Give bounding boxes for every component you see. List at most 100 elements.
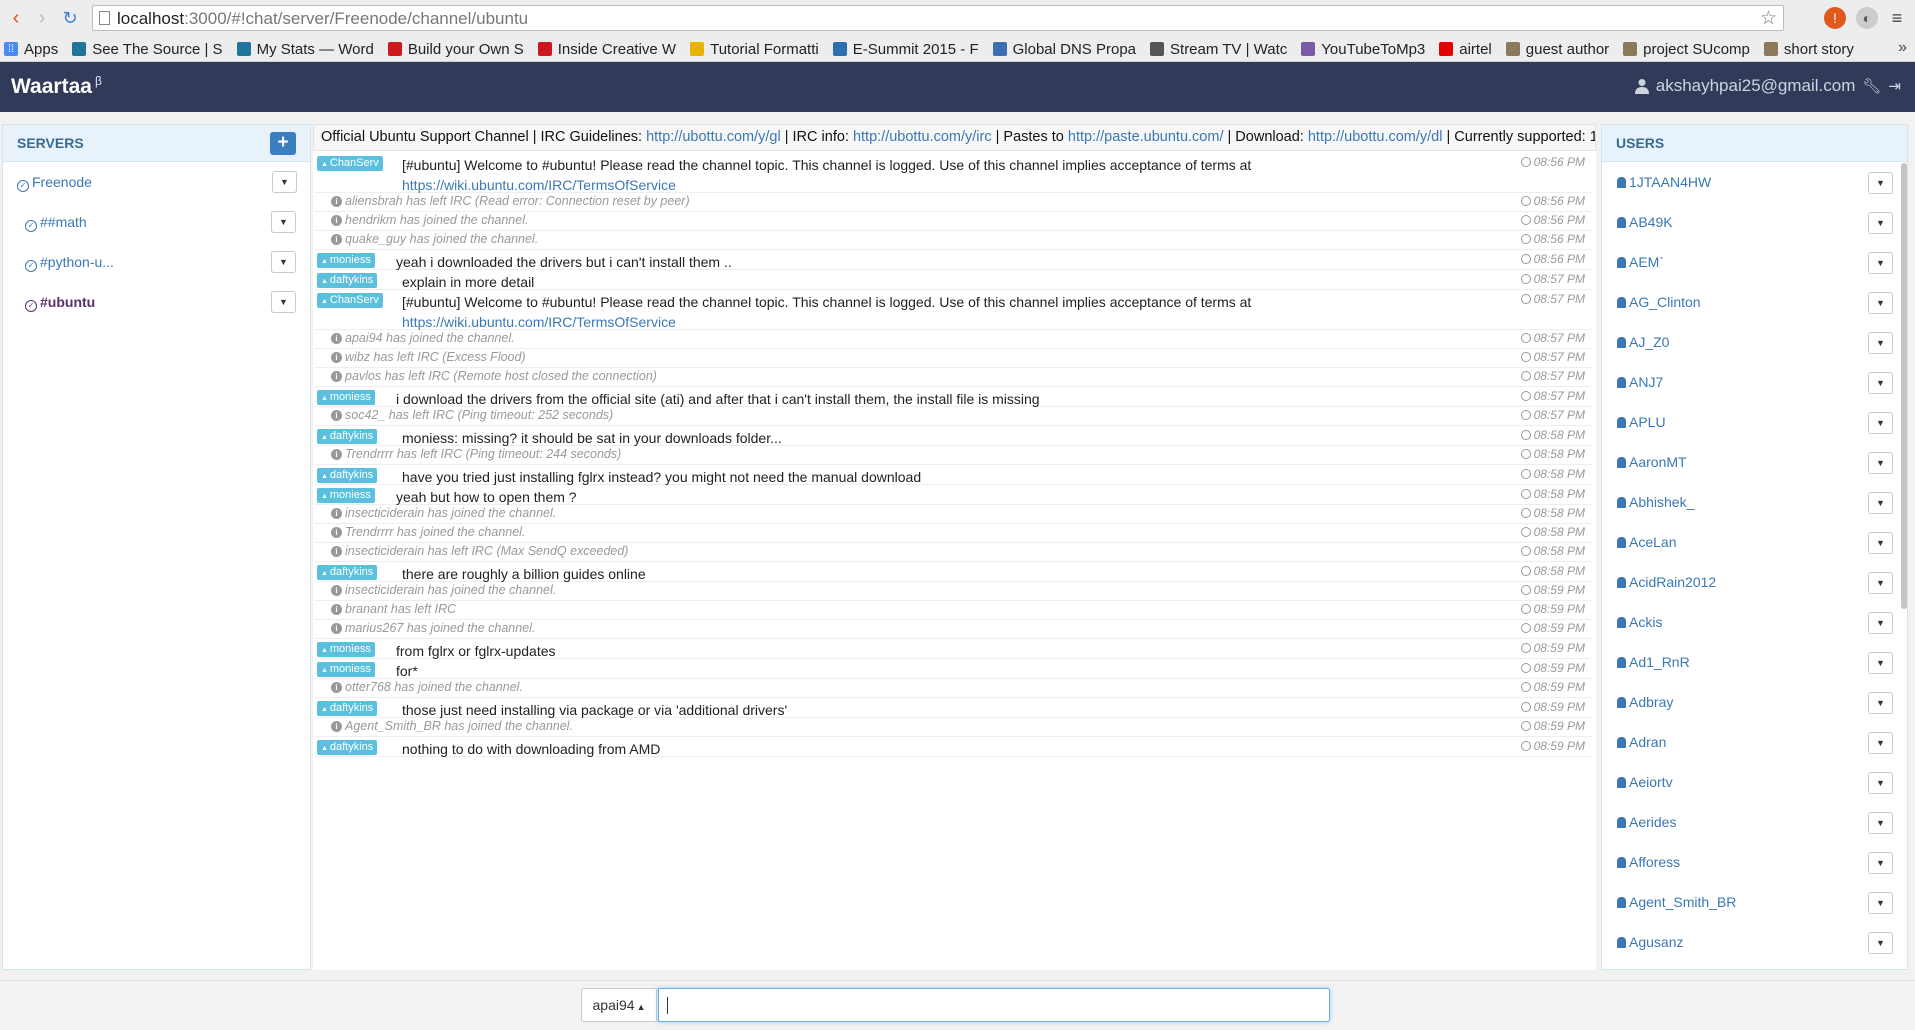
nick-badge[interactable]: ▲ daftykins [317, 468, 378, 483]
bookmark-label[interactable]: Stream TV | Watc [1170, 41, 1287, 58]
nick-name[interactable]: moniess [330, 663, 371, 675]
user-item[interactable]: Ad1_RnR ▼ [1602, 642, 1907, 682]
bookmark-label[interactable]: Apps [24, 41, 58, 58]
user-label[interactable]: AceLan [1617, 534, 1676, 550]
user-menu[interactable]: akshayhpai25@gmail.com 🔧︎ ⇥ [1634, 76, 1901, 96]
nick-badge[interactable]: ▲ daftykins [317, 701, 378, 716]
user-item[interactable]: APLU ▼ [1602, 402, 1907, 442]
server-label[interactable]: ✓ #python-u... [25, 254, 114, 272]
bookmarks-more-icon[interactable]: » [1898, 39, 1907, 57]
extension-icon[interactable]: ! [1824, 7, 1846, 29]
forward-arrow-icon[interactable]: › [30, 6, 54, 30]
user-name[interactable]: AcidRain2012 [1629, 574, 1716, 590]
user-item[interactable]: 1JTAAN4HW ▼ [1602, 162, 1907, 202]
user-item[interactable]: AEM` ▼ [1602, 242, 1907, 282]
user-item[interactable]: ANJ7 ▼ [1602, 362, 1907, 402]
topic-link-info[interactable]: http://ubottu.com/y/irc [853, 129, 992, 145]
nick-name[interactable]: ChanServ [330, 157, 379, 169]
user-dropdown-button[interactable]: ▼ [1868, 652, 1893, 674]
user-label[interactable]: Adran [1617, 734, 1666, 750]
bookmark-label[interactable]: short story [1784, 41, 1854, 58]
bookmark-item[interactable]: airtel [1439, 41, 1492, 58]
nick-name[interactable]: moniess [330, 643, 371, 655]
bookmark-item[interactable]: project SUcomp [1623, 41, 1750, 58]
user-label[interactable]: AB49K [1617, 214, 1673, 230]
bookmark-label[interactable]: My Stats — Word [257, 41, 374, 58]
bookmark-label[interactable]: airtel [1459, 41, 1492, 58]
user-name[interactable]: Ad1_RnR [1629, 654, 1690, 670]
user-label[interactable]: AJ_Z0 [1617, 334, 1669, 350]
server-dropdown-button[interactable]: ▼ [271, 211, 296, 233]
bookmark-item[interactable]: Build your Own S [387, 41, 524, 58]
user-name[interactable]: 1JTAAN4HW [1629, 174, 1711, 190]
user-name[interactable]: Ackis [1629, 614, 1662, 630]
user-item[interactable]: AG_Clinton ▼ [1602, 282, 1907, 322]
topic-link-download[interactable]: http://ubottu.com/y/dl [1308, 129, 1443, 145]
reload-icon[interactable]: ↻ [58, 6, 82, 30]
bookmark-item[interactable]: Tutorial Formatti [690, 41, 819, 58]
nick-dropdown[interactable]: apai94 ▲ [581, 988, 657, 1022]
bookmark-item[interactable]: YouTubeToMp3 [1301, 41, 1425, 58]
nick-badge[interactable]: ▲ moniess [317, 642, 375, 657]
user-item[interactable]: Agent_Smith_BR ▼ [1602, 882, 1907, 922]
user-label[interactable]: Afforess [1617, 854, 1680, 870]
server-item[interactable]: ✓ Freenode ▼ [3, 162, 310, 202]
user-item[interactable]: AceLan ▼ [1602, 522, 1907, 562]
nick-badge[interactable]: ▲ daftykins [317, 565, 378, 580]
user-name[interactable]: AB49K [1629, 214, 1673, 230]
user-dropdown-button[interactable]: ▼ [1868, 212, 1893, 234]
user-item[interactable]: Ackis ▼ [1602, 602, 1907, 642]
bookmark-item[interactable]: short story [1763, 41, 1854, 58]
url-text[interactable]: localhost:3000/#!chat/server/Freenode/ch… [117, 9, 528, 29]
user-name[interactable]: AJ_Z0 [1629, 334, 1669, 350]
user-label[interactable]: Ackis [1617, 614, 1662, 630]
user-name[interactable]: AaronMT [1629, 454, 1687, 470]
user-item[interactable]: AJ_Z0 ▼ [1602, 322, 1907, 362]
user-name[interactable]: AEM` [1629, 254, 1664, 270]
nick-badge[interactable]: ▲ moniess [317, 662, 375, 677]
address-bar[interactable]: localhost:3000/#!chat/server/Freenode/ch… [92, 5, 1784, 31]
user-label[interactable]: APLU [1617, 414, 1666, 430]
user-name[interactable]: Agent_Smith_BR [1629, 894, 1736, 910]
user-label[interactable]: AcidRain2012 [1617, 574, 1716, 590]
user-label[interactable]: Aeiortv [1617, 774, 1673, 790]
user-name[interactable]: Adbray [1629, 694, 1673, 710]
bookmark-label[interactable]: project SUcomp [1643, 41, 1750, 58]
user-dropdown-button[interactable]: ▼ [1868, 852, 1893, 874]
server-name[interactable]: #python-u... [40, 254, 114, 270]
bookmark-item[interactable]: See The Source | S [72, 41, 223, 58]
user-name[interactable]: APLU [1629, 414, 1666, 430]
user-item[interactable]: AcidRain2012 ▼ [1602, 562, 1907, 602]
user-dropdown-button[interactable]: ▼ [1868, 612, 1893, 634]
bookmark-label[interactable]: Build your Own S [408, 41, 524, 58]
bookmark-label[interactable]: Global DNS Propa [1013, 41, 1136, 58]
user-name[interactable]: Abhishek_ [1629, 494, 1694, 510]
user-dropdown-button[interactable]: ▼ [1868, 692, 1893, 714]
topic-link-guidelines[interactable]: http://ubottu.com/y/gl [646, 129, 781, 145]
user-dropdown-button[interactable]: ▼ [1868, 932, 1893, 954]
nick-badge[interactable]: ▲ ChanServ [317, 156, 383, 171]
nick-name[interactable]: daftykins [330, 430, 373, 442]
user-dropdown-button[interactable]: ▼ [1868, 492, 1893, 514]
wrench-icon[interactable]: 🔧︎ [1862, 77, 1881, 95]
add-server-button[interactable]: + [270, 132, 296, 155]
brand-logo[interactable]: Waartaa β [11, 74, 102, 99]
nick-name[interactable]: moniess [330, 254, 371, 266]
user-item[interactable]: Aerides ▼ [1602, 802, 1907, 842]
user-dropdown-button[interactable]: ▼ [1868, 252, 1893, 274]
nick-name[interactable]: daftykins [330, 566, 373, 578]
user-item[interactable]: Agusanz ▼ [1602, 922, 1907, 962]
topic-link-pastes[interactable]: http://paste.ubuntu.com/ [1068, 129, 1224, 145]
user-name[interactable]: AG_Clinton [1629, 294, 1701, 310]
user-dropdown-button[interactable]: ▼ [1868, 292, 1893, 314]
user-label[interactable]: AaronMT [1617, 454, 1687, 470]
user-name[interactable]: ANJ7 [1629, 374, 1663, 390]
user-label[interactable]: 1JTAAN4HW [1617, 174, 1711, 190]
user-email[interactable]: akshayhpai25@gmail.com [1656, 76, 1856, 96]
bookmark-item[interactable]: Inside Creative W [537, 41, 676, 58]
server-label[interactable]: ✓ ##math [25, 214, 87, 232]
nick-badge[interactable]: ▲ daftykins [317, 429, 378, 444]
nick-badge[interactable]: ▲ ChanServ [317, 293, 383, 308]
bookmark-item[interactable]: My Stats — Word [236, 41, 374, 58]
nick-badge[interactable]: ▲ daftykins [317, 273, 378, 288]
